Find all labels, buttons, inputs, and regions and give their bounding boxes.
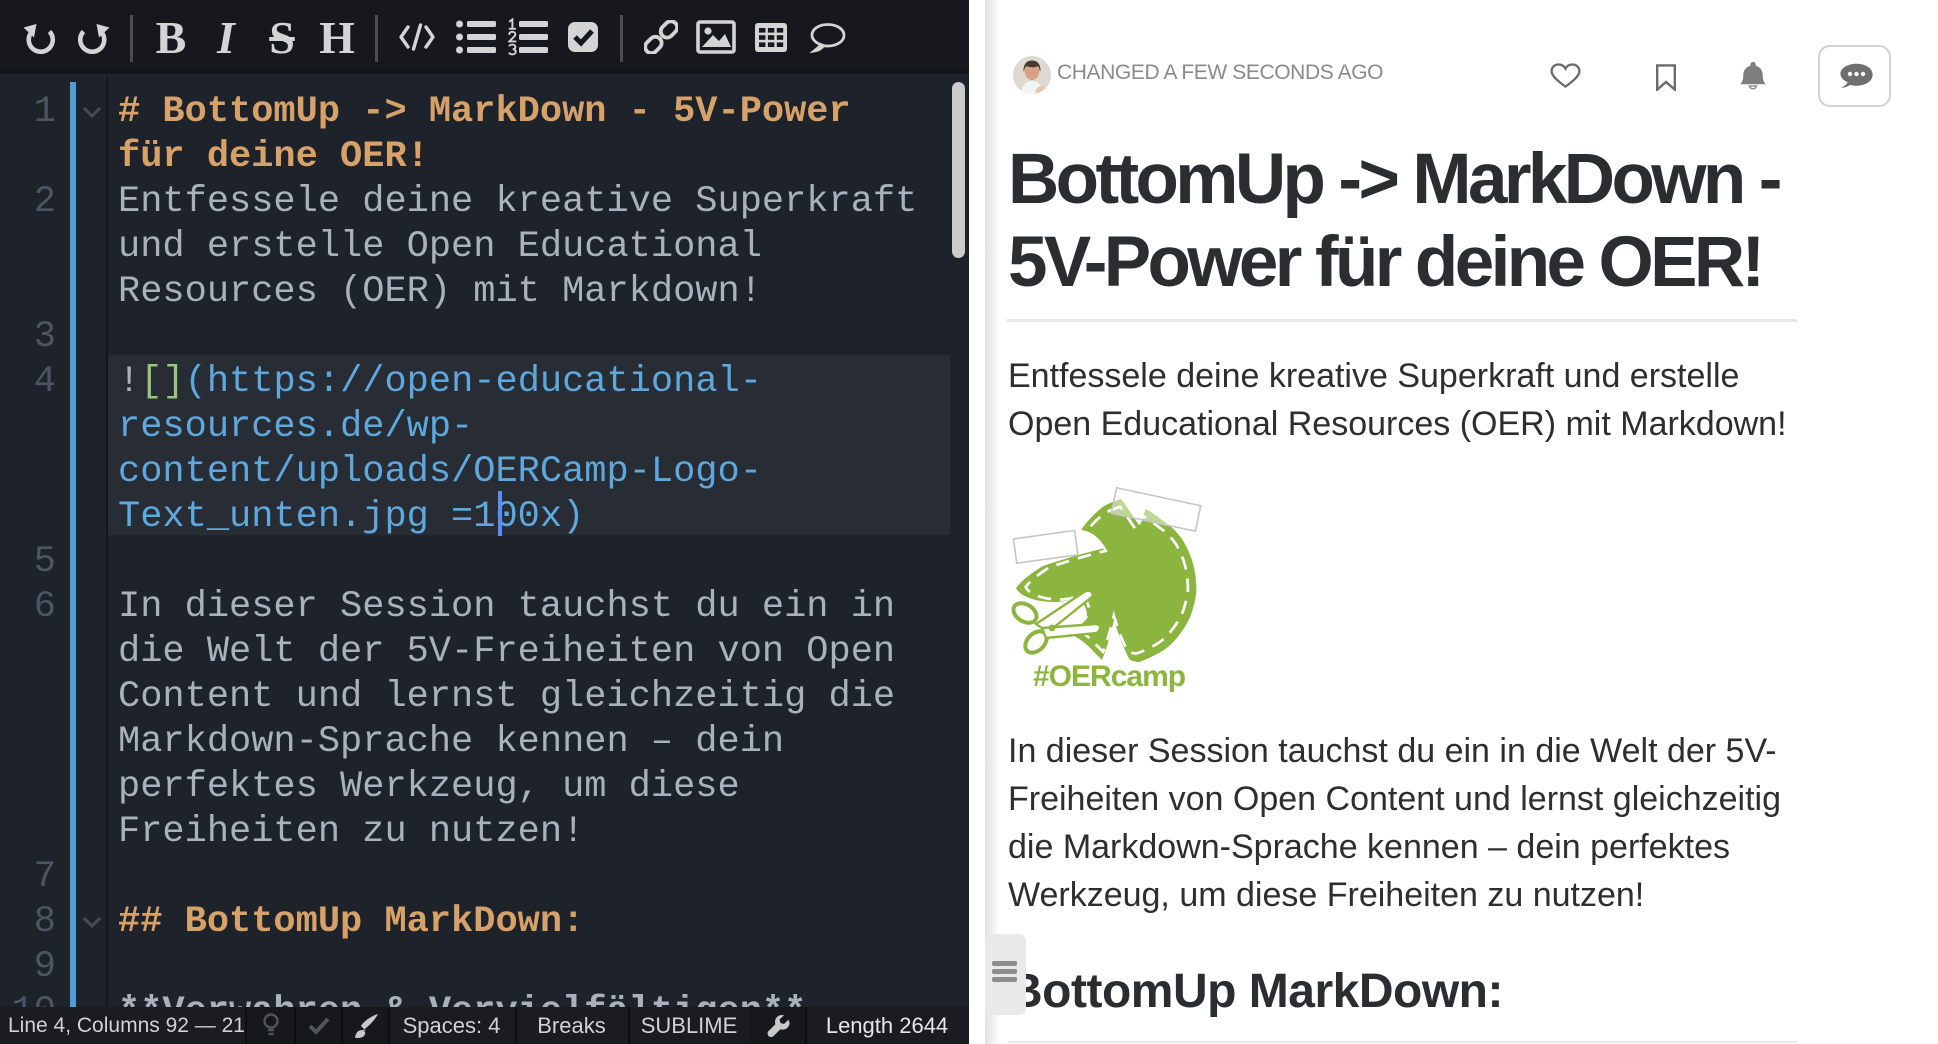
svg-text:#OERcamp: #OERcamp	[1033, 660, 1186, 693]
